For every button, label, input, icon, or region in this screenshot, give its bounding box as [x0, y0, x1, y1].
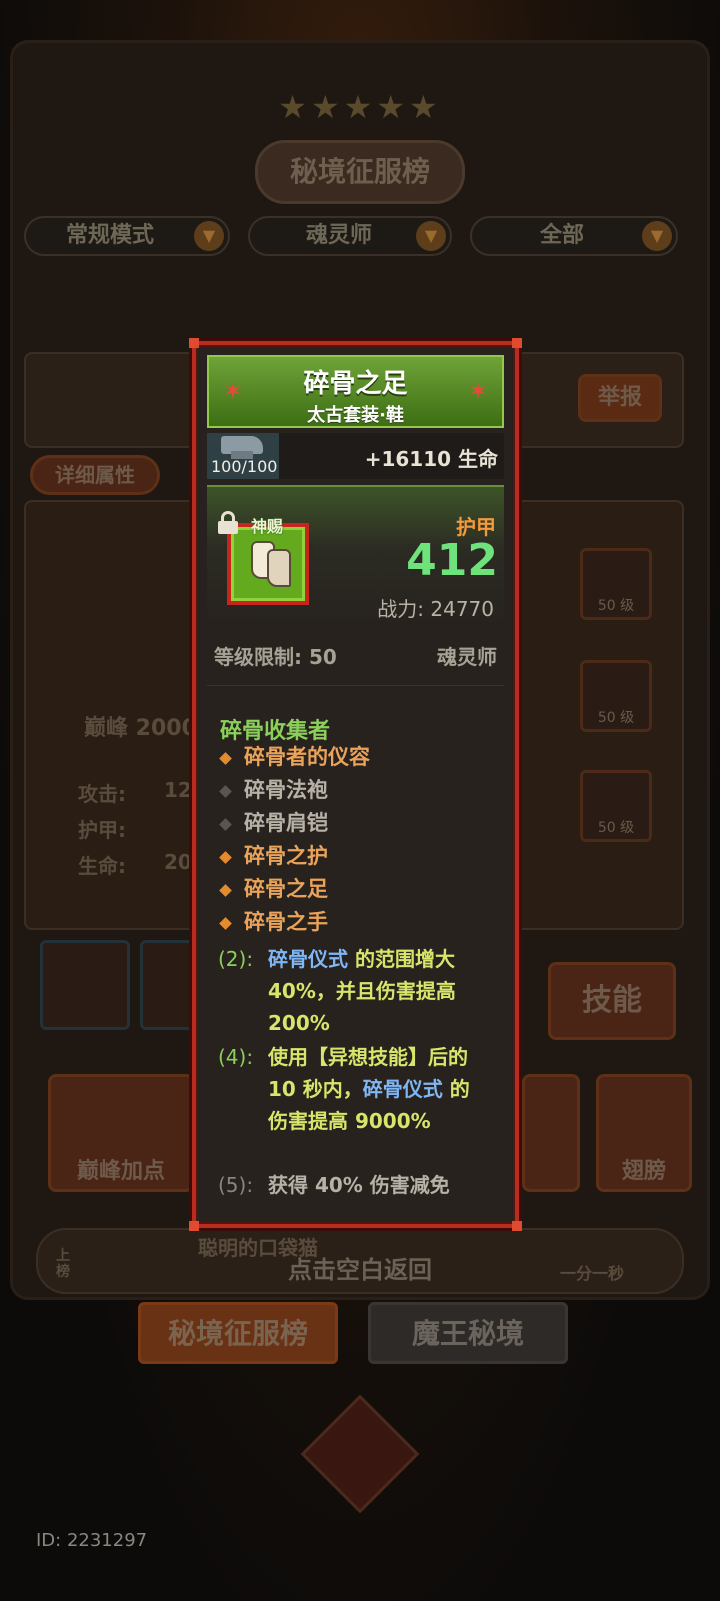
diamond-icon [219, 752, 232, 765]
set-item-list: 碎骨者的仪容 碎骨法袍 碎骨肩铠 碎骨之护 碎骨之足 碎骨之手 [218, 741, 508, 939]
side-slot[interactable]: 50 级 [580, 548, 652, 620]
stat-life-value: 20 [164, 850, 192, 874]
tap-blank-hint: 点击空白返回 [288, 1256, 432, 1284]
corner-ornament [189, 1221, 199, 1231]
set-item: 碎骨者的仪容 [218, 741, 508, 774]
diamond-icon [219, 917, 232, 930]
mode-filter-label: 常规模式 [66, 223, 155, 248]
set-bonus-4: (4): 使用【异想技能】后的 10 秒内，碎骨仪式 的伤害提高 9000% [218, 1041, 508, 1169]
peak-label: 巅峰 2000 [84, 716, 197, 741]
scope-filter-label: 全部 [540, 223, 585, 248]
corner-ornament [512, 338, 522, 348]
boots-icon [251, 541, 293, 589]
bonus-description: 获得 40% 伤害减免 [268, 1173, 450, 1197]
class-filter-label: 魂灵师 [306, 223, 373, 248]
stat-attack-value: 12 [164, 778, 192, 802]
mode-filter[interactable]: 常规模式 ▼ [24, 216, 230, 256]
bonus-description: 使用【异想技能】后的 10 秒内，碎骨仪式 的伤害提高 9000% [268, 1045, 470, 1133]
durability-box: 100/100 [207, 433, 279, 479]
bonus-life: +16110 生命 [364, 447, 498, 471]
scope-filter[interactable]: 全部 ▼ [470, 216, 678, 256]
stat-attack-label: 攻击: [78, 782, 126, 806]
set-item: 碎骨之护 [218, 840, 508, 873]
bonus-tier: (5): [218, 1173, 254, 1197]
class-requirement: 魂灵师 [437, 645, 497, 669]
skill-button[interactable]: 技能 [548, 962, 676, 1040]
diamond-icon [219, 785, 232, 798]
slot-level: 50 级 [597, 710, 635, 726]
tab-demon-realm[interactable]: 魔王秘境 [368, 1302, 568, 1364]
divine-badge: 神赐 [251, 517, 284, 536]
item-subtitle: 太古套装·鞋 [307, 405, 404, 426]
chevron-down-icon: ▼ [642, 221, 672, 251]
diamond-icon [219, 818, 232, 831]
divider [207, 685, 504, 686]
feature-button[interactable] [522, 1074, 580, 1192]
skill-slot[interactable] [40, 940, 130, 1030]
set-item: 碎骨之足 [218, 873, 508, 906]
item-detail-popup[interactable]: ✶ 碎骨之足 太古套装·鞋 ✶ 100/100 +16110 生命 神赐 护甲 … [189, 338, 522, 1231]
side-slot[interactable]: 50 级 [580, 770, 652, 842]
set-item: 碎骨肩铠 [218, 807, 508, 840]
set-bonus-5: (5): 获得 40% 伤害减免 [218, 1169, 508, 1201]
user-id: ID: 2231297 [36, 1530, 148, 1551]
stat-life-label: 生命: [78, 854, 126, 878]
lock-icon[interactable] [217, 511, 239, 534]
star-icon: ✶ [467, 377, 488, 405]
item-header: ✶ 碎骨之足 太古套装·鞋 ✶ [207, 355, 504, 428]
set-item: 碎骨之手 [218, 906, 508, 939]
rank-stars-icon: ★★★★★ [278, 88, 442, 126]
side-slot[interactable]: 50 级 [580, 660, 652, 732]
leaderboard-title: 秘境征服榜 [255, 140, 465, 204]
durability-value: 100/100 [211, 457, 278, 476]
chevron-down-icon: ▼ [194, 221, 224, 251]
bonus-tier: (4): [218, 1045, 254, 1069]
stat-value: 412 [406, 535, 498, 586]
class-filter[interactable]: 魂灵师 ▼ [248, 216, 452, 256]
slot-level: 50 级 [597, 598, 635, 614]
stat-armor-label: 护甲: [78, 818, 126, 842]
set-bonus-2: (2): 碎骨仪式 的范围增大 40%，并且伤害提高 200% [218, 943, 508, 1041]
item-summary: 神赐 护甲 412 战力: 24770 [207, 485, 504, 627]
bonus-description: 碎骨仪式 的范围增大 40%，并且伤害提高 200% [268, 947, 456, 1035]
diamond-icon [219, 851, 232, 864]
report-button[interactable]: 举报 [578, 374, 662, 422]
forge-row: 100/100 +16110 生命 [207, 433, 504, 479]
slot-level: 50 级 [597, 820, 635, 836]
combat-power: 战力: 24770 [377, 597, 494, 621]
corner-ornament [512, 1221, 522, 1231]
skill-slot[interactable] [140, 940, 200, 1030]
tab-conquest-board[interactable]: 秘境征服榜 [138, 1302, 338, 1364]
chevron-down-icon: ▼ [416, 221, 446, 251]
diamond-icon [219, 884, 232, 897]
level-requirement: 等级限制: 50 [214, 645, 337, 669]
detail-tab[interactable]: 详细属性 [30, 455, 160, 495]
set-item: 碎骨法袍 [218, 774, 508, 807]
item-name: 碎骨之足 [303, 369, 408, 399]
bonus-tier: (2): [218, 947, 254, 971]
peak-points-button[interactable]: 巅峰加点 [48, 1074, 194, 1192]
corner-ornament [189, 338, 199, 348]
wings-button[interactable]: 翅膀 [596, 1074, 692, 1192]
